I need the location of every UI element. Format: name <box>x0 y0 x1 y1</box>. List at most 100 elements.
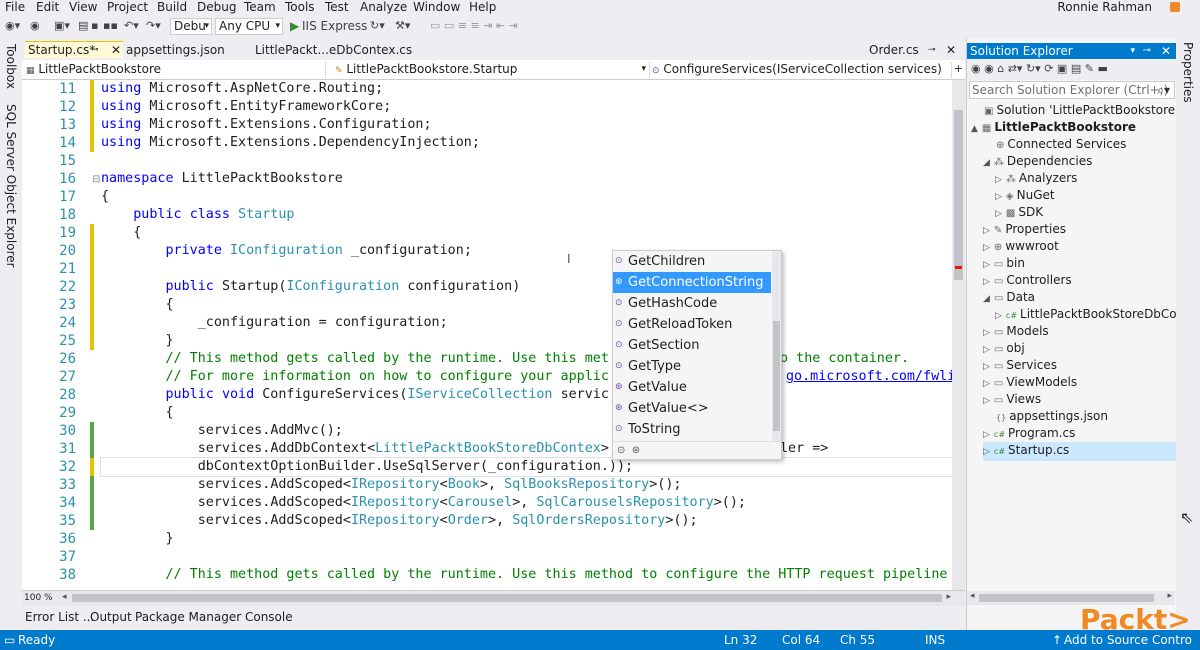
expand-icon[interactable]: ▷ <box>983 379 990 389</box>
completion-filter-bar[interactable]: ⊙ ⊛ <box>613 441 781 459</box>
split-editor-icon[interactable]: + <box>954 62 963 75</box>
sync-icon[interactable]: ⇄▾ <box>1008 62 1023 75</box>
scroll-right-icon[interactable]: ▸ <box>946 592 951 602</box>
code-tail-link[interactable]: go.microsoft.com/fwli <box>786 368 955 386</box>
close-icon[interactable]: ✕ <box>946 42 956 58</box>
solution-explorer-search[interactable]: Search Solution Explorer (Ctrl+;) ⌕▾ <box>969 81 1175 99</box>
chevron-down-icon[interactable]: ▾ <box>1130 43 1135 59</box>
expand-icon[interactable]: ▷ <box>995 209 1002 219</box>
undo-icon[interactable]: ↶▾ <box>124 19 139 33</box>
pin-icon[interactable]: ⊸ <box>91 42 99 58</box>
close-icon[interactable]: ✕ <box>1161 43 1171 59</box>
misc-toolbar-icons[interactable]: ▭ ▭ ≡ ≡ ⇥ ⇤ ⇥ <box>430 19 518 33</box>
tab-dbcontext[interactable]: LittlePackt...eDbContex.cs <box>252 42 412 58</box>
expand-icon[interactable]: ▷ <box>983 226 990 236</box>
save-all-icon[interactable]: ▪▪ <box>103 19 118 33</box>
properties-tab[interactable]: Properties <box>1180 42 1196 103</box>
expand-icon[interactable]: ▷ <box>983 430 990 440</box>
tree-node[interactable]: {} appsettings.json <box>983 408 1177 426</box>
tab-error-list[interactable]: Error List ... <box>25 609 94 625</box>
show-all-files-icon[interactable]: ▤ <box>1071 62 1081 75</box>
completion-item[interactable]: ⊙ ToString <box>613 419 771 440</box>
member-dropdown[interactable]: ⊙ ConfigureServices(IServiceCollection s… <box>652 62 952 78</box>
tab-order-cs[interactable]: Order.cs ⊸ ✕ <box>866 42 961 58</box>
expand-icon[interactable]: ▷ <box>983 345 990 355</box>
zoom-level[interactable]: 100 % <box>24 592 53 604</box>
completion-item[interactable]: ⊙ GetType <box>613 356 771 377</box>
collapse-all-icon[interactable]: ▣ <box>1057 62 1067 75</box>
scroll-right-icon[interactable]: ▸ <box>1167 591 1172 601</box>
extension-filter-icon[interactable]: ⊛ <box>632 445 640 456</box>
scrollbar-thumb[interactable] <box>72 594 942 602</box>
expand-icon[interactable]: ▷ <box>983 447 990 457</box>
back-icon[interactable]: ◉▾ <box>5 19 20 33</box>
vertical-scrollbar[interactable] <box>952 80 965 590</box>
completion-item[interactable]: ⊙ GetHashCode <box>613 293 771 314</box>
properties-icon[interactable]: ✎ <box>1085 62 1094 75</box>
open-icon[interactable]: ▤ <box>78 19 88 33</box>
scroll-left-icon[interactable]: ◂ <box>62 592 67 602</box>
user-name[interactable]: Ronnie Rahman <box>1057 0 1152 14</box>
completion-item[interactable]: ⊛ GetValue <box>613 377 771 398</box>
tool-icon[interactable]: ⚒▾ <box>395 19 410 33</box>
expand-icon[interactable]: ▷ <box>983 328 990 338</box>
expand-icon[interactable]: ▷ <box>983 362 990 372</box>
collapse-icon[interactable]: ⊟ <box>92 174 100 185</box>
menu-analyze[interactable]: Analyze <box>360 0 407 14</box>
menu-file[interactable]: File <box>5 0 25 14</box>
class-dropdown[interactable]: ✎ LittlePacktBookstore.Startup ▾ <box>335 62 650 78</box>
menu-edit[interactable]: Edit <box>36 0 59 14</box>
tab-package-manager-console[interactable]: Package Manager Console <box>135 609 293 625</box>
configuration-dropdown[interactable]: Debu ▾ <box>170 18 212 35</box>
toolbox-tab[interactable]: Toolbox <box>3 44 19 89</box>
redo-icon[interactable]: ↷▾ <box>146 19 161 33</box>
expand-icon[interactable]: ▷ <box>983 243 990 253</box>
expand-icon[interactable]: ▷ <box>983 396 990 406</box>
scrollbar-thumb[interactable] <box>979 594 1154 602</box>
expand-icon[interactable]: ▷ <box>983 277 990 287</box>
tab-appsettings[interactable]: appsettings.json <box>123 42 233 58</box>
method-filter-icon[interactable]: ⊙ <box>617 445 625 456</box>
scrollbar-thumb[interactable] <box>954 110 963 280</box>
expand-icon[interactable]: ◢ <box>983 294 990 304</box>
editor-horizontal-scrollbar[interactable]: 100 % ◂ ▸ <box>22 590 965 606</box>
forward-icon[interactable]: ◉ <box>30 19 40 33</box>
user-badge-icon[interactable] <box>1170 2 1180 12</box>
menu-project[interactable]: Project <box>107 0 148 14</box>
code-editor[interactable]: 11 12 13 14 15 16 17 18 19 20 21 22 23 24 25 26 27 28 29 30… <box>22 80 965 590</box>
refresh-icon[interactable]: ⟳ <box>1044 62 1053 75</box>
expand-icon[interactable]: ◢ <box>983 158 990 168</box>
tab-output[interactable]: Output <box>90 609 132 625</box>
expand-icon[interactable]: ▷ <box>995 175 1002 185</box>
refresh-icon[interactable]: ↻▾ <box>370 19 385 33</box>
pin-icon[interactable]: ⊸ <box>1143 43 1151 59</box>
home-icon[interactable]: ⌂ <box>997 62 1004 75</box>
tree-node[interactable]: ▣ Solution 'LittlePacktBookstore' (1 pr <box>971 102 1200 120</box>
completion-item[interactable]: ⊙ GetReloadToken <box>613 314 771 335</box>
tree-node[interactable]: ⊕ Connected Services <box>983 136 1177 154</box>
completion-item[interactable]: ⊛ GetConnectionString <box>613 272 771 293</box>
close-icon[interactable]: ✕ <box>111 42 121 58</box>
expand-icon[interactable]: ▷ <box>995 311 1002 321</box>
menu-help[interactable]: Help <box>469 0 496 14</box>
expand-icon[interactable]: ▲ <box>971 124 978 134</box>
completion-item[interactable]: ⊙ GetChildren <box>613 251 771 272</box>
completion-item[interactable]: ⊙ GetSection <box>613 335 771 356</box>
menu-tools[interactable]: Tools <box>285 0 315 14</box>
platform-dropdown[interactable]: Any CPU ▾ <box>215 18 283 35</box>
intellisense-popup[interactable]: ⊙ GetChildren ⊛ GetConnectionString ⊙ GetHash… <box>612 250 782 460</box>
menu-debug[interactable]: Debug <box>197 0 236 14</box>
preview-icon[interactable]: ▬ <box>1097 62 1107 75</box>
scrollbar-thumb[interactable] <box>773 321 780 431</box>
forward-icon[interactable]: ◉ <box>984 62 994 75</box>
completion-item[interactable]: ⊛ GetValue<> <box>613 398 771 419</box>
completion-scrollbar[interactable] <box>772 251 781 441</box>
sql-server-object-explorer-tab[interactable]: SQL Server Object Explorer <box>3 104 19 268</box>
back-icon[interactable]: ◉ <box>971 62 981 75</box>
pending-changes-icon[interactable]: ↻▾ <box>1026 62 1041 75</box>
save-icon[interactable]: ▪ <box>91 19 98 33</box>
expand-icon[interactable]: ▷ <box>983 260 990 270</box>
run-icon[interactable]: ▶ <box>290 19 299 33</box>
menu-team[interactable]: Team <box>244 0 276 14</box>
menu-window[interactable]: Window <box>413 0 460 14</box>
